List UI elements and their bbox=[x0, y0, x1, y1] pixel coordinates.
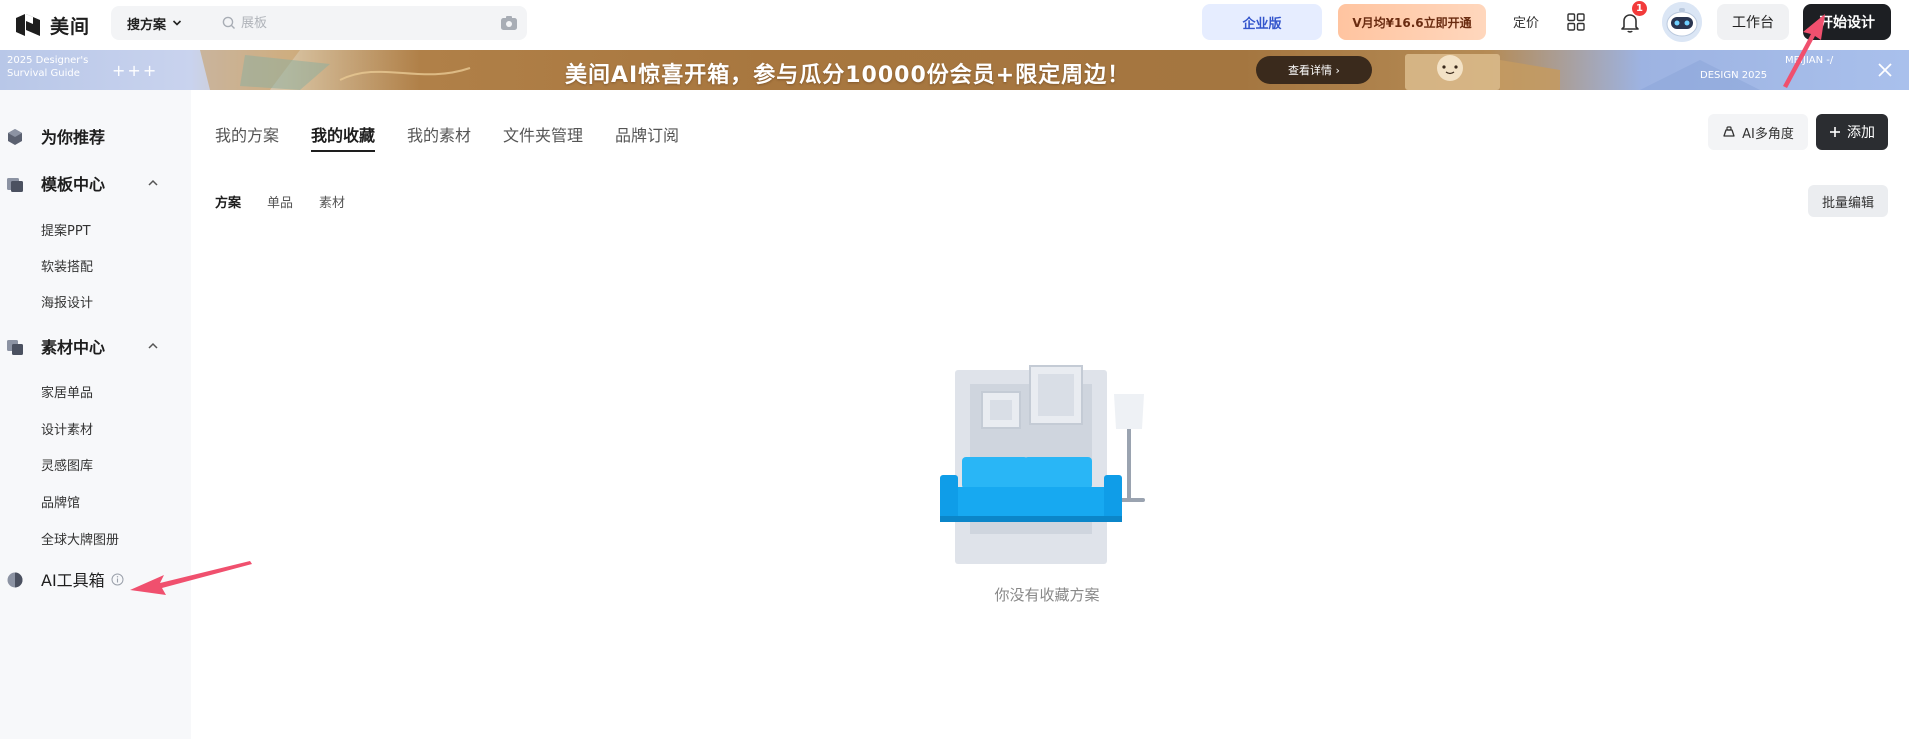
banner-right-caption-2: MEIJIAN -/ bbox=[1785, 55, 1834, 66]
search-input[interactable] bbox=[241, 11, 471, 35]
camera-search-icon[interactable] bbox=[499, 14, 519, 32]
sidebar-item-proposal-ppt[interactable]: 提案PPT bbox=[41, 220, 91, 239]
start-design-button[interactable]: 开始设计 bbox=[1803, 4, 1891, 40]
info-icon[interactable] bbox=[111, 573, 124, 586]
sidebar-item-inspiration-gallery[interactable]: 灵感图库 bbox=[41, 455, 93, 474]
apps-grid-icon[interactable] bbox=[1567, 13, 1585, 31]
tab-folder-management[interactable]: 文件夹管理 bbox=[503, 122, 583, 146]
pricing-link[interactable]: 定价 bbox=[1513, 12, 1539, 31]
recommend-icon bbox=[8, 129, 22, 145]
subtab-plans[interactable]: 方案 bbox=[215, 192, 241, 211]
subtab-products[interactable]: 单品 bbox=[267, 192, 293, 211]
sidebar: 为你推荐 模板中心 提案PPT 软装搭配 海报设计 素材中心 家居单品 设计素材… bbox=[0, 90, 191, 739]
logo[interactable]: 美间 bbox=[14, 10, 90, 40]
banner-title: 美间AI惊喜开箱，参与瓜分10000份会员+限定周边！ bbox=[565, 63, 1131, 88]
template-icon bbox=[7, 178, 23, 192]
logo-text: 美间 bbox=[50, 15, 91, 38]
sidebar-item-global-brand-catalog[interactable]: 全球大牌图册 bbox=[41, 529, 119, 548]
add-label: 添加 bbox=[1847, 125, 1875, 141]
sidebar-group-label: 模板中心 bbox=[41, 175, 106, 194]
search-bar: 搜方案 bbox=[111, 6, 527, 40]
promo-banner[interactable]: 2025 Designer's Survival Guide +++ 美间AI惊… bbox=[0, 50, 1909, 90]
material-icon bbox=[7, 340, 23, 355]
ai-multi-angle-icon bbox=[1723, 126, 1735, 137]
banner-left-line1: 2025 Designer's bbox=[7, 55, 89, 66]
vip-subscribe-button[interactable]: V月均¥16.6立即开通 bbox=[1338, 4, 1486, 40]
sidebar-item-label: AI工具箱 bbox=[41, 571, 105, 590]
batch-edit-button[interactable]: 批量编辑 bbox=[1808, 185, 1888, 217]
logo-icon bbox=[16, 14, 40, 36]
sidebar-item-design-materials[interactable]: 设计素材 bbox=[41, 419, 93, 438]
search-type-label: 搜方案 bbox=[127, 17, 167, 33]
sidebar-item-poster-design[interactable]: 海报设计 bbox=[41, 292, 93, 311]
sidebar-item-recommend[interactable]: 为你推荐 bbox=[0, 118, 191, 154]
ai-multi-angle-label: AI多角度 bbox=[1742, 126, 1794, 142]
subtab-materials[interactable]: 素材 bbox=[319, 192, 345, 211]
sidebar-group-label: 素材中心 bbox=[41, 338, 106, 357]
sidebar-item-soft-furnishing[interactable]: 软装搭配 bbox=[41, 256, 93, 275]
banner-right-caption: DESIGN 2025 bbox=[1700, 70, 1768, 81]
tab-my-materials[interactable]: 我的素材 bbox=[407, 122, 471, 146]
banner-left-line2: Survival Guide bbox=[7, 68, 80, 79]
banner-plus-marks: +++ bbox=[112, 61, 159, 80]
banner-left-caption: 2025 Designer's Survival Guide bbox=[7, 54, 88, 80]
active-tab-indicator bbox=[311, 150, 375, 152]
notification-badge: 1 bbox=[1632, 1, 1647, 16]
sidebar-item-home-products[interactable]: 家居单品 bbox=[41, 382, 93, 401]
chevron-up-icon[interactable] bbox=[147, 340, 159, 352]
workbench-button[interactable]: 工作台 bbox=[1717, 4, 1789, 40]
sidebar-item-brand-hall[interactable]: 品牌馆 bbox=[41, 492, 80, 511]
tab-my-favorites[interactable]: 我的收藏 bbox=[311, 122, 375, 146]
tab-brand-subscription[interactable]: 品牌订阅 bbox=[615, 122, 679, 146]
ai-toolbox-icon bbox=[7, 572, 23, 588]
ai-multi-angle-button[interactable]: AI多角度 bbox=[1708, 114, 1808, 150]
plus-icon bbox=[1830, 127, 1840, 137]
sidebar-group-material[interactable]: 素材中心 bbox=[0, 328, 191, 364]
banner-details-button[interactable]: 查看详情 › bbox=[1256, 56, 1372, 84]
sidebar-item-label: 为你推荐 bbox=[41, 128, 106, 147]
sidebar-group-template[interactable]: 模板中心 bbox=[0, 165, 191, 201]
top-bar: 美间 搜方案 企业版 V月均¥16.6立即开通 定价 bbox=[0, 0, 1909, 50]
page-root: 美间 搜方案 企业版 V月均¥16.6立即开通 定价 bbox=[0, 0, 1909, 739]
sidebar-item-ai-toolbox[interactable]: AI工具箱 bbox=[0, 561, 191, 597]
chevron-down-icon bbox=[172, 20, 182, 26]
chevron-up-icon[interactable] bbox=[147, 177, 159, 189]
close-icon[interactable] bbox=[1876, 61, 1894, 79]
add-button[interactable]: 添加 bbox=[1816, 114, 1888, 150]
robot-avatar-icon bbox=[1662, 2, 1702, 42]
enterprise-button[interactable]: 企业版 bbox=[1202, 4, 1322, 40]
empty-favorites-illustration bbox=[940, 365, 1145, 564]
avatar[interactable] bbox=[1662, 2, 1702, 42]
empty-state-text: 你没有收藏方案 bbox=[994, 586, 1100, 604]
search-icon bbox=[222, 16, 235, 29]
search-type-dropdown[interactable]: 搜方案 bbox=[127, 6, 182, 40]
tab-my-plans[interactable]: 我的方案 bbox=[215, 122, 279, 146]
